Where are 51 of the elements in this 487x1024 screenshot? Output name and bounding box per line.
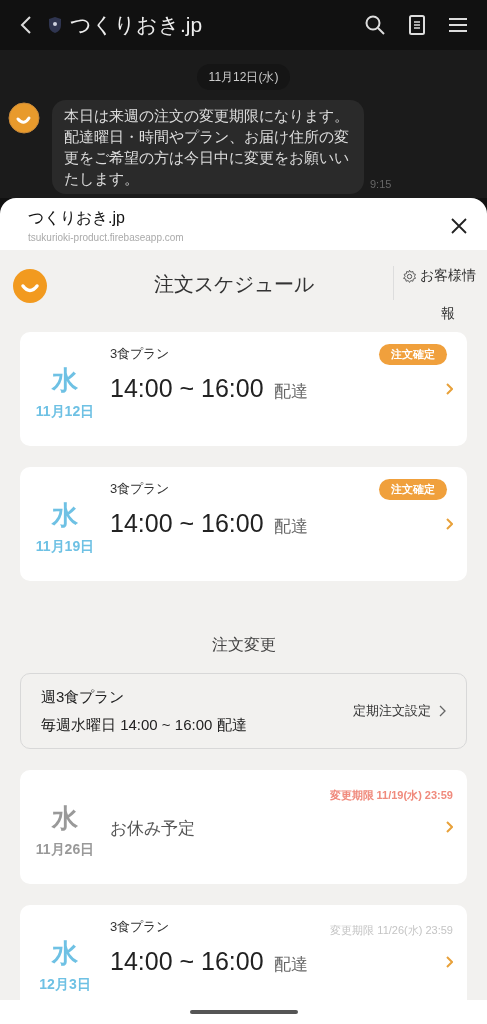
time-range: 14:00 ~ 16:00 [110,507,264,539]
sheet-url: tsukurioki-product.firebaseapp.com [28,231,184,245]
weekday-label: 水 [52,936,78,970]
plan-card[interactable]: 週3食プラン 毎週水曜日 14:00 ~ 16:00 配達 定期注文設定 [20,673,467,749]
chevron-icon [439,705,446,717]
plan-label: 3食プラン [110,918,170,936]
plan-label: 3食プラン [110,480,170,498]
schedule-card[interactable]: 水 11月19日 3食プラン 14:00 ~ 16:00 配達 注文確定 [20,467,467,581]
avatar-icon [8,102,40,134]
time-range: 14:00 ~ 16:00 [110,372,264,404]
message-text: 本日は来週の注文の変更期限になります。配達曜日・時間やプラン、お届け住所の変更をご希望の方は今日中に変更をお願いいたします。 [64,106,350,189]
weekday-label: 水 [52,498,78,532]
deadline-label: 変更期限 11/19(水) 23:59 [329,788,453,803]
status-badge: 注文確定 [379,344,447,365]
skip-label: お休み予定 [110,818,195,840]
account-link[interactable]: お客様情報 [419,257,477,333]
delivery-label: 配達 [273,515,308,538]
plan-name: 週3食プラン [41,686,126,707]
back-icon[interactable] [20,15,32,35]
delivery-label: 配達 [273,953,308,976]
chevron-icon [446,956,453,968]
time-range: 14:00 ~ 16:00 [110,945,264,977]
menu-icon[interactable] [449,17,467,33]
sheet-title: つくりおき.jp [28,208,126,228]
weekday-label: 水 [52,801,78,835]
settings-icon[interactable] [402,269,417,284]
chevron-icon [446,821,453,833]
plan-label: 3食プラン [110,345,170,363]
message-time: 9:15 [370,176,392,192]
section-title: 注文変更 [211,635,276,655]
search-icon[interactable] [365,15,385,35]
plan-settings-link[interactable]: 定期注文設定 [353,701,431,721]
delivery-label: 配達 [273,380,308,403]
shield-icon [48,17,62,33]
date-label: 11月19日 [35,536,95,556]
schedule-card[interactable]: 水 11月12日 3食プラン 14:00 ~ 16:00 配達 注文確定 [20,332,467,446]
plan-detail: 毎週水曜日 14:00 ~ 16:00 配達 [41,715,247,735]
logo-icon [12,268,48,304]
app-title: つくりおき.jp [70,12,203,39]
chevron-icon [446,518,453,530]
date-label: 12月3日 [39,974,91,994]
date-label: 11月12日 [35,401,95,421]
weekday-label: 水 [52,363,78,397]
chevron-icon [446,383,453,395]
date-chip: 11月12日(水) [196,64,291,90]
schedule-card[interactable]: 水 11月26日 お休み予定 変更期限 11/19(水) 23:59 [20,770,467,884]
page-title: 注文スケジュール [154,272,314,297]
status-badge: 注文確定 [379,479,447,500]
date-label: 11月26日 [35,839,95,859]
close-icon[interactable] [451,218,467,234]
notes-icon[interactable] [409,15,425,35]
